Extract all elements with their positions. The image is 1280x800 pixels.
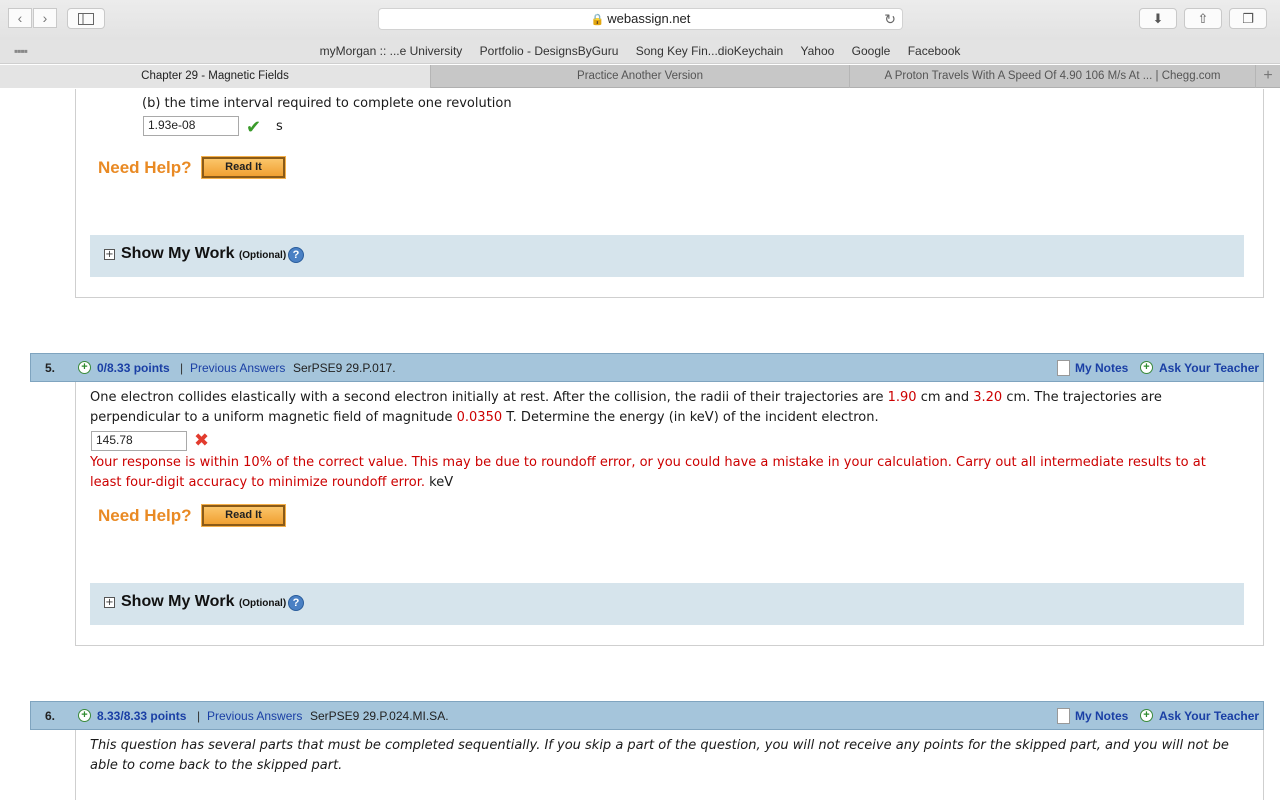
- show-my-work-title: Show My Work: [121, 245, 235, 262]
- favorite-mymorgan[interactable]: myMorgan :: ...e University: [320, 44, 463, 58]
- question-code: SerPSE9 29.P.017.: [293, 361, 396, 375]
- show-my-work-panel[interactable]: + Show My Work (Optional) ?: [90, 583, 1244, 625]
- separator: |: [197, 709, 201, 723]
- expand-icon[interactable]: +: [104, 249, 115, 260]
- read-it-button[interactable]: Read It: [201, 156, 286, 179]
- favorite-facebook[interactable]: Facebook: [908, 44, 961, 58]
- plus-circle-icon[interactable]: +: [78, 709, 91, 722]
- feedback-line-2: least four-digit accuracy to minimize ro…: [90, 475, 454, 490]
- share-icon[interactable]: ⇧: [1184, 8, 1222, 29]
- notes-icon[interactable]: [1057, 360, 1070, 376]
- previous-answers-link[interactable]: Previous Answers: [207, 709, 302, 723]
- lock-icon: 🔒: [590, 14, 605, 26]
- optional-label: (Optional): [238, 598, 287, 609]
- need-help-label: Need Help?: [98, 506, 192, 525]
- answer-unit: keV: [429, 475, 454, 490]
- notes-icon[interactable]: [1057, 708, 1070, 724]
- tab-chapter-29[interactable]: Chapter 29 - Magnetic Fields: [0, 65, 431, 88]
- page-content: (b) the time interval required to comple…: [0, 89, 1280, 800]
- value-radius-2: 3.20: [973, 390, 1003, 405]
- my-notes-link[interactable]: My Notes: [1075, 361, 1128, 375]
- favorite-yahoo[interactable]: Yahoo: [801, 44, 835, 58]
- optional-label: (Optional): [238, 250, 287, 261]
- expand-icon[interactable]: +: [104, 597, 115, 608]
- question-code: SerPSE9 29.P.024.MI.SA.: [310, 709, 449, 723]
- question-6-line-1: This question has several parts that mus…: [90, 738, 1229, 753]
- tab-bar: Chapter 29 - Magnetic Fields Practice An…: [0, 65, 1280, 88]
- previous-answers-link[interactable]: Previous Answers: [190, 361, 285, 375]
- incorrect-x-icon: ✖: [194, 430, 210, 451]
- plus-circle-icon[interactable]: +: [78, 361, 91, 374]
- question-number: 5.: [45, 361, 56, 375]
- part-b-answer-field[interactable]: 1.93e-08: [143, 116, 239, 136]
- points-link[interactable]: 0/8.33 points: [97, 361, 170, 375]
- reload-icon[interactable]: ↻: [884, 9, 896, 29]
- tab-chegg[interactable]: A Proton Travels With A Speed Of 4.90 10…: [850, 65, 1256, 88]
- question-number: 6.: [45, 709, 56, 723]
- ask-teacher-link[interactable]: Ask Your Teacher: [1159, 361, 1259, 375]
- points-link[interactable]: 8.33/8.33 points: [97, 709, 186, 723]
- correct-check-icon: ✔: [246, 117, 262, 138]
- value-field: 0.0350: [456, 410, 503, 425]
- favorites-bar: ▪▪▪▪ myMorgan :: ...e University Portfol…: [0, 40, 1280, 64]
- favorite-songkey[interactable]: Song Key Fin...dioKeychain: [636, 44, 783, 58]
- show-tabs-icon[interactable]: ❐: [1229, 8, 1267, 29]
- question-5-answer-field[interactable]: 145.78: [91, 431, 187, 451]
- value-radius-1: 1.90: [887, 390, 917, 405]
- question-5-line-1: One electron collides elastically with a…: [90, 390, 1162, 405]
- plus-circle-icon[interactable]: +: [1140, 361, 1153, 374]
- download-icon[interactable]: ⬇: [1139, 8, 1177, 29]
- feedback-line-1: Your response is within 10% of the corre…: [90, 455, 1206, 470]
- browser-toolbar: ‹ › 🔒 webassign.net ↻ ⬇ ⇧ ❐: [0, 0, 1280, 40]
- back-icon[interactable]: ‹: [8, 8, 32, 28]
- read-it-button[interactable]: Read It: [201, 504, 286, 527]
- plus-circle-icon[interactable]: +: [1140, 709, 1153, 722]
- help-icon[interactable]: ?: [288, 595, 304, 611]
- question-6-line-2: able to come back to the skipped part.: [90, 758, 343, 773]
- new-tab-icon[interactable]: +: [1256, 65, 1280, 88]
- url-text: webassign.net: [607, 11, 691, 26]
- forward-icon[interactable]: ›: [33, 8, 57, 28]
- show-my-work-panel[interactable]: + Show My Work (Optional) ?: [90, 235, 1244, 277]
- sidebar-toggle-icon[interactable]: [67, 8, 105, 29]
- question-6-header: 6. + 8.33/8.33 points | Previous Answers…: [30, 701, 1264, 730]
- ask-teacher-link[interactable]: Ask Your Teacher: [1159, 709, 1259, 723]
- question-5-line-2: perpendicular to a uniform magnetic fiel…: [90, 410, 879, 425]
- favorite-google[interactable]: Google: [852, 44, 891, 58]
- tab-practice[interactable]: Practice Another Version: [431, 65, 850, 88]
- part-b-unit: s: [276, 119, 283, 134]
- separator: |: [180, 361, 184, 375]
- need-help-label: Need Help?: [98, 158, 192, 177]
- part-b-prompt: (b) the time interval required to comple…: [142, 96, 512, 111]
- address-bar[interactable]: 🔒 webassign.net ↻: [378, 8, 903, 30]
- question-5-header: 5. + 0/8.33 points | Previous Answers Se…: [30, 353, 1264, 382]
- my-notes-link[interactable]: My Notes: [1075, 709, 1128, 723]
- help-icon[interactable]: ?: [288, 247, 304, 263]
- favorite-portfolio[interactable]: Portfolio - DesignsByGuru: [480, 44, 619, 58]
- show-my-work-title: Show My Work: [121, 593, 235, 610]
